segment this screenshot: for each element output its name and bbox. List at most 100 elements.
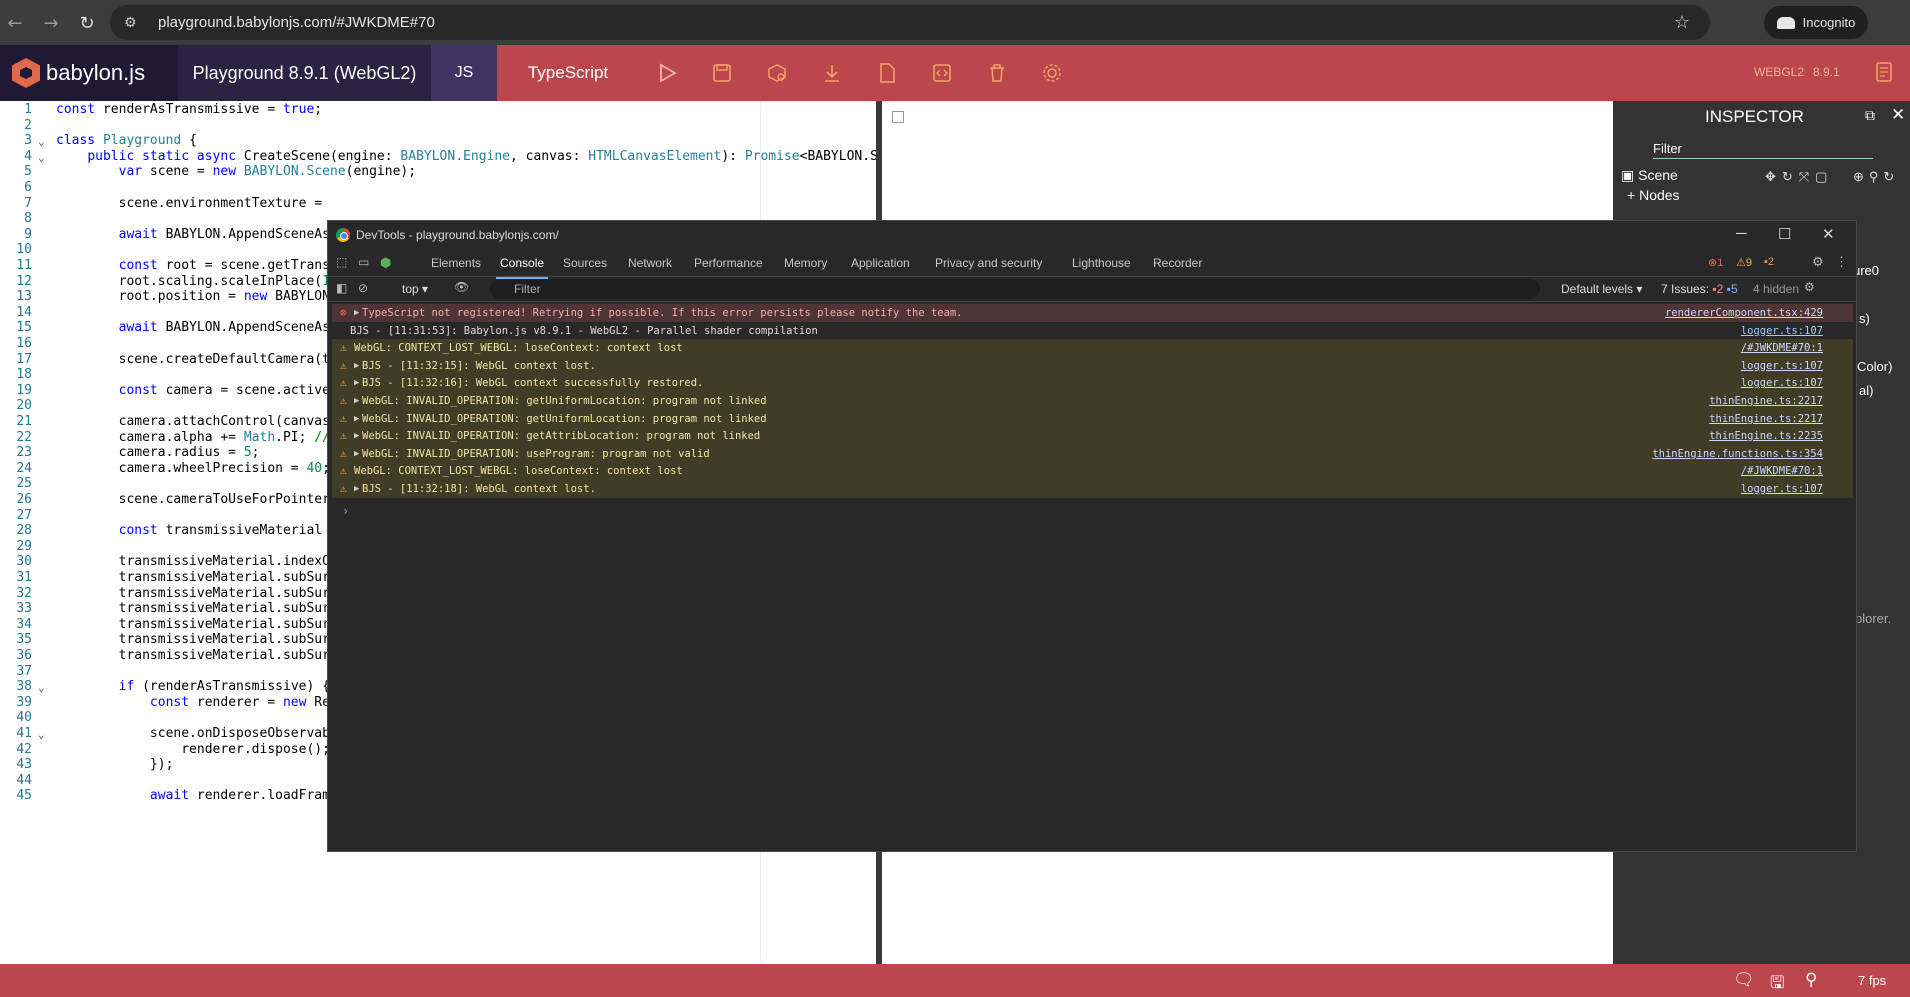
- code-line[interactable]: transmissiveMaterial.subSur: [56, 648, 330, 663]
- code-line[interactable]: const root = scene.getTrans: [56, 258, 330, 273]
- fold-chevron-icon[interactable]: ⌄: [38, 135, 45, 148]
- console-message[interactable]: ⚠ ▶ WebGL: INVALID_OPERATION: getAttribLoc…: [332, 427, 1853, 446]
- play-icon[interactable]: [653, 59, 681, 87]
- console-source-link[interactable]: thinEngine.ts:2217: [1709, 392, 1823, 410]
- console-filter-input[interactable]: Filter: [490, 279, 1540, 299]
- settings-icon[interactable]: [1038, 59, 1066, 87]
- minimize-icon[interactable]: ─: [1736, 225, 1747, 242]
- code-line[interactable]: const transmissiveMaterial: [56, 523, 323, 538]
- console-message[interactable]: ⊗ ▶ TypeScript not registered! Retrying if…: [332, 304, 1853, 322]
- code-line[interactable]: camera.alpha += Math.PI; //: [56, 430, 330, 445]
- issues-count-badge[interactable]: ▪2: [1764, 256, 1774, 268]
- babylon-logo[interactable]: babylon.js: [0, 45, 178, 101]
- search-icon[interactable]: ⚲: [1805, 970, 1817, 990]
- site-info-icon[interactable]: ⚙: [124, 15, 144, 31]
- nodes-row[interactable]: + Nodes: [1627, 187, 1680, 203]
- console-source-link[interactable]: thinEngine.ts:2217: [1709, 410, 1823, 428]
- incognito-indicator[interactable]: Incognito: [1764, 6, 1868, 39]
- tab-console[interactable]: Console: [495, 256, 549, 279]
- maximize-icon[interactable]: ☐: [1778, 225, 1791, 243]
- console-prompt-icon[interactable]: ›: [342, 504, 349, 518]
- code-line[interactable]: transmissiveMaterial.subSur: [56, 586, 330, 601]
- console-source-link[interactable]: logger.ts:107: [1741, 322, 1823, 340]
- expand-caret-icon[interactable]: ▶: [354, 392, 359, 410]
- address-bar[interactable]: ⚙ playground.babylonjs.com/#JWKDME#70 ☆: [110, 5, 1710, 40]
- expand-caret-icon[interactable]: ▶: [354, 427, 359, 445]
- console-message[interactable]: ⚠ ▶ BJS - [11:32:18]: WebGL context lost. l…: [332, 480, 1853, 498]
- console-message[interactable]: ⚠ ▶ BJS - [11:32:16]: WebGL context succes…: [332, 374, 1853, 393]
- code-line[interactable]: transmissiveMaterial.subSur: [56, 617, 330, 632]
- tab-privacy-security[interactable]: Privacy and security: [935, 256, 1042, 270]
- sidebar-toggle-icon[interactable]: ◧: [336, 281, 347, 295]
- feedback-icon[interactable]: 🗨: [1733, 970, 1755, 990]
- console-output[interactable]: › ⊗ ▶ TypeScript not registered! Retrying …: [332, 304, 1853, 849]
- tab-application[interactable]: Application: [851, 256, 910, 270]
- console-source-link[interactable]: thinEngine.ts:2235: [1709, 427, 1823, 445]
- gizmo-tools[interactable]: ✥↻⤧▢: [1765, 169, 1833, 185]
- examples-icon[interactable]: [1870, 58, 1898, 86]
- devtools-more-icon[interactable]: ⋮: [1835, 254, 1848, 270]
- code-line[interactable]: if (renderAsTransmissive) {: [56, 679, 330, 694]
- fold-chevron-icon[interactable]: ⌄: [38, 728, 45, 741]
- tab-sources[interactable]: Sources: [563, 256, 607, 270]
- code-line[interactable]: var scene = new BABYLON.Scene(engine);: [56, 164, 416, 179]
- expand-caret-icon[interactable]: ▶: [354, 410, 359, 428]
- console-message[interactable]: ⚠ WebGL: CONTEXT_LOST_WEBGL: loseContext:…: [332, 462, 1853, 481]
- log-levels-select[interactable]: Default levels ▾: [1561, 282, 1642, 296]
- back-icon[interactable]: ←: [0, 8, 30, 38]
- code-line[interactable]: class Playground {: [56, 133, 197, 148]
- tab-lighthouse[interactable]: Lighthouse: [1072, 256, 1131, 270]
- console-source-link[interactable]: /#JWKDME#70:1: [1741, 462, 1823, 480]
- code-line[interactable]: root.position = new BABYLON: [56, 289, 330, 304]
- scene-row[interactable]: ▣ Scene: [1621, 167, 1678, 184]
- code-line[interactable]: root.scaling.scaleInPlace(1: [56, 274, 330, 289]
- expand-plus-icon[interactable]: +: [1627, 187, 1635, 203]
- code-line[interactable]: camera.wheelPrecision = 40;: [56, 461, 330, 476]
- fold-chevron-icon[interactable]: ⌄: [38, 151, 45, 164]
- close-icon[interactable]: ✕: [1891, 105, 1905, 125]
- extension-icon[interactable]: ⬢: [380, 255, 391, 271]
- warning-count-badge[interactable]: ⚠9: [1736, 256, 1752, 269]
- code-line[interactable]: transmissiveMaterial.subSur: [56, 570, 330, 585]
- code-line[interactable]: await BABYLON.AppendSceneAs: [56, 320, 330, 335]
- tab-elements[interactable]: Elements: [431, 256, 481, 270]
- version-label[interactable]: Playground 8.9.1 (WebGL2): [178, 45, 431, 101]
- console-source-link[interactable]: logger.ts:107: [1741, 374, 1823, 392]
- inspector-filter-input[interactable]: Filter: [1653, 141, 1873, 159]
- devtools-titlebar[interactable]: DevTools - playground.babylonjs.com/ ─ ☐…: [328, 221, 1856, 249]
- tab-performance[interactable]: Performance: [694, 256, 763, 270]
- code-line[interactable]: scene.environmentTexture =: [56, 196, 323, 211]
- console-message[interactable]: BJS - [11:31:53]: Babylon.js v8.9.1 - We…: [332, 322, 1853, 340]
- tab-memory[interactable]: Memory: [784, 256, 827, 270]
- issues-summary[interactable]: 7 Issues: ▪2 ▪5: [1661, 282, 1738, 296]
- delete-icon[interactable]: [983, 59, 1011, 87]
- code-line[interactable]: transmissiveMaterial.subSur: [56, 601, 330, 616]
- reload-icon[interactable]: ↻: [72, 8, 102, 38]
- code-line[interactable]: camera.attachControl(canvas: [56, 414, 330, 429]
- console-source-link[interactable]: rendererComponent.tsx:429: [1665, 304, 1823, 322]
- code-line[interactable]: public static async CreateScene(engine: …: [56, 149, 876, 164]
- console-source-link[interactable]: logger.ts:107: [1741, 357, 1823, 375]
- popout-icon[interactable]: ⧉: [1865, 107, 1875, 124]
- code-line[interactable]: });: [56, 757, 174, 772]
- console-source-link[interactable]: logger.ts:107: [1741, 480, 1823, 498]
- expand-caret-icon[interactable]: ▶: [354, 445, 359, 463]
- code-line[interactable]: const camera = scene.active: [56, 383, 330, 398]
- new-file-icon[interactable]: [873, 59, 901, 87]
- code-icon[interactable]: [928, 59, 956, 87]
- console-message[interactable]: ⚠ ▶ WebGL: INVALID_OPERATION: getUniformLo…: [332, 392, 1853, 410]
- code-line[interactable]: transmissiveMaterial.indexO: [56, 554, 330, 569]
- device-toggle-icon[interactable]: ▭: [358, 255, 369, 269]
- console-source-link[interactable]: /#JWKDME#70:1: [1741, 339, 1823, 357]
- expand-caret-icon[interactable]: ▶: [354, 357, 359, 375]
- url-text[interactable]: playground.babylonjs.com/#JWKDME#70: [158, 14, 435, 31]
- inspector-icon[interactable]: [763, 59, 791, 87]
- code-line[interactable]: transmissiveMaterial.subSur: [56, 632, 330, 647]
- console-source-link[interactable]: thinEngine.functions.ts:354: [1652, 445, 1823, 463]
- live-expression-icon[interactable]: 👁: [454, 280, 469, 294]
- tab-recorder[interactable]: Recorder: [1153, 256, 1202, 270]
- bookmark-star-icon[interactable]: ☆: [1674, 12, 1690, 33]
- tab-typescript[interactable]: TypeScript: [497, 45, 639, 101]
- scene-actions[interactable]: ⊕⚲↻: [1853, 169, 1899, 185]
- fold-chevron-icon[interactable]: ⌄: [38, 681, 45, 694]
